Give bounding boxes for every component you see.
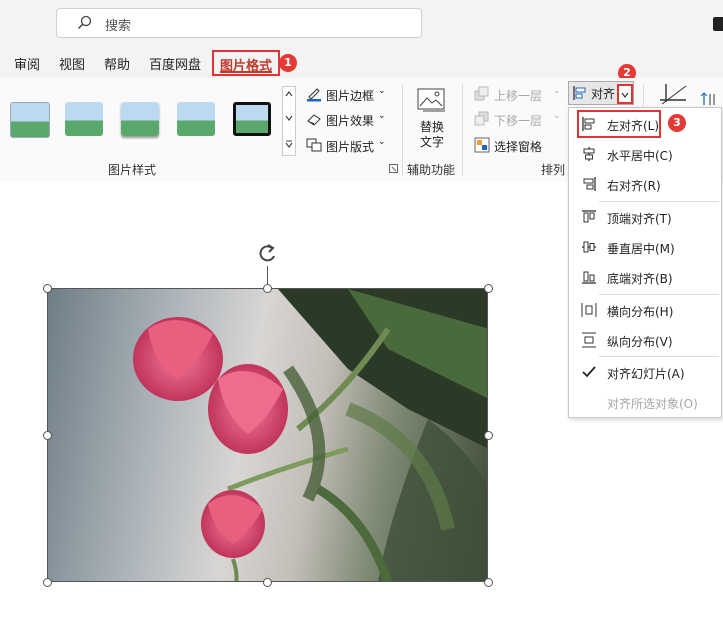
bring-forward-icon xyxy=(474,86,489,101)
chevron-up-icon xyxy=(285,91,293,97)
resize-handle-bottom[interactable] xyxy=(263,578,272,587)
menu-item-align-top[interactable]: 顶端对齐(T) xyxy=(569,202,721,232)
alt-text-icon xyxy=(417,88,445,112)
align-dropdown-menu: 左对齐(L) 3 水平居中(C) 右对齐(R) 顶端对齐(T) 垂直居中(M) … xyxy=(568,107,722,418)
menu-item-align-bottom[interactable]: 底端对齐(B) xyxy=(569,262,721,292)
effects-icon xyxy=(307,114,321,126)
chevron-down-icon xyxy=(621,92,629,98)
resize-handle-right[interactable] xyxy=(484,431,493,440)
menu-item-label: 底端对齐(B) xyxy=(607,272,673,286)
picture-styles-group-label: 图片样式 xyxy=(108,163,157,177)
tab-review[interactable]: 审阅 xyxy=(14,54,40,73)
align-left-icon xyxy=(573,86,586,100)
active-tab-indicator xyxy=(220,71,272,73)
align-dropdown-arrow[interactable] xyxy=(617,84,633,104)
tab-picture-format[interactable]: 图片格式 xyxy=(212,50,280,76)
selection-pane-label: 选择窗格 xyxy=(494,140,543,154)
rotate-handle-icon[interactable] xyxy=(257,242,279,266)
align-bottom-icon xyxy=(582,271,596,284)
send-backward-label: 下移一层 xyxy=(494,114,543,128)
group-divider xyxy=(402,84,403,176)
menu-item-label: 纵向分布(V) xyxy=(607,335,673,349)
menu-item-distribute-vertical[interactable]: 纵向分布(V) xyxy=(569,325,721,355)
menu-item-label: 左对齐(L) xyxy=(607,119,660,133)
align-middle-icon xyxy=(582,241,596,253)
layout-icon xyxy=(306,138,322,152)
menu-item-label: 横向分布(H) xyxy=(607,305,674,319)
dropdown-arrow-icon: ⌄ xyxy=(378,111,386,121)
search-placeholder: 搜索 xyxy=(105,19,132,34)
menu-item-align-to-slide[interactable]: 对齐幻灯片(A) xyxy=(569,357,721,387)
chevron-down-icon xyxy=(285,115,293,121)
menu-item-distribute-horizontal[interactable]: 横向分布(H) xyxy=(569,295,721,325)
dialog-launcher-icon[interactable] xyxy=(389,164,398,173)
dropdown-arrow-icon: ⌄ xyxy=(378,137,386,147)
picture-style-thumb[interactable] xyxy=(233,102,271,136)
bring-forward-label: 上移一层 xyxy=(494,89,543,103)
picture-border-label: 图片边框 xyxy=(326,89,375,103)
pen-border-icon xyxy=(307,88,321,102)
picture-style-thumb[interactable] xyxy=(10,102,50,138)
align-left-icon xyxy=(582,117,595,131)
tab-view[interactable]: 视图 xyxy=(59,54,85,73)
picture-style-thumb[interactable] xyxy=(177,102,215,136)
dropdown-arrow-icon: ⌄ xyxy=(378,86,386,96)
menu-item-label: 对齐所选对象(O) xyxy=(607,397,698,411)
alt-text-button[interactable]: 替换 文字 xyxy=(412,86,452,149)
menu-item-label: 顶端对齐(T) xyxy=(607,212,672,226)
distribute-horizontal-icon xyxy=(581,303,597,317)
dropdown-arrow-icon: ⌄ xyxy=(553,86,561,96)
send-backward-icon xyxy=(474,111,489,126)
menu-item-label: 对齐幻灯片(A) xyxy=(607,367,685,381)
ribbon-tabs: 审阅 视图 帮助 百度网盘 图片格式 1 2 xyxy=(0,48,723,82)
step-badge-3: 3 xyxy=(668,114,686,132)
menu-item-label: 垂直居中(M) xyxy=(607,242,675,256)
tab-help[interactable]: 帮助 xyxy=(104,54,130,73)
title-bar: 搜索 xyxy=(0,0,723,48)
tab-baidu-netdisk[interactable]: 百度网盘 xyxy=(149,54,201,73)
group-divider xyxy=(462,84,463,176)
menu-item-align-center[interactable]: 水平居中(C) xyxy=(569,139,721,169)
menu-item-align-right[interactable]: 右对齐(R) xyxy=(569,169,721,199)
more-icon xyxy=(285,140,293,148)
resize-handle-left[interactable] xyxy=(43,431,52,440)
dropdown-arrow-icon: ⌄ xyxy=(553,111,561,121)
picture-effects-label: 图片效果 xyxy=(326,114,375,128)
gallery-scroll[interactable] xyxy=(282,86,296,156)
menu-item-align-selected-objects[interactable]: 对齐所选对象(O) xyxy=(569,387,721,417)
align-top-icon xyxy=(582,210,596,223)
distribute-vertical-icon xyxy=(582,332,596,348)
resize-handle-top[interactable] xyxy=(263,284,272,293)
resize-handle-top-right[interactable] xyxy=(484,284,493,293)
menu-item-label: 水平居中(C) xyxy=(607,149,673,163)
tulip-picture[interactable] xyxy=(47,288,488,582)
step-badge-1: 1 xyxy=(279,54,297,72)
align-right-icon xyxy=(583,177,596,191)
picture-style-thumb[interactable] xyxy=(121,102,159,136)
align-button-label: 对齐 xyxy=(591,87,616,101)
size-icon[interactable] xyxy=(700,92,722,106)
menu-item-align-middle[interactable]: 垂直居中(M) xyxy=(569,232,721,262)
checkmark-icon xyxy=(582,366,596,378)
menu-item-align-left[interactable]: 左对齐(L) xyxy=(569,109,721,139)
arrange-group-label: 排列 xyxy=(541,163,566,177)
selection-pane-icon xyxy=(474,137,490,153)
search-icon xyxy=(77,15,92,30)
resize-handle-bottom-right[interactable] xyxy=(484,578,493,587)
accessibility-group-label: 辅助功能 xyxy=(407,163,456,177)
search-box[interactable]: 搜索 xyxy=(56,8,422,38)
resize-handle-top-left[interactable] xyxy=(43,284,52,293)
alt-text-label-line2: 文字 xyxy=(420,135,445,149)
align-center-icon xyxy=(583,147,595,161)
crop-icon[interactable] xyxy=(660,84,690,106)
resize-handle-bottom-left[interactable] xyxy=(43,578,52,587)
window-control[interactable] xyxy=(713,17,723,31)
menu-item-label: 右对齐(R) xyxy=(607,179,661,193)
picture-layout-label: 图片版式 xyxy=(326,140,375,154)
tulip-photo-art xyxy=(133,289,487,581)
picture-style-thumb[interactable] xyxy=(65,102,103,136)
